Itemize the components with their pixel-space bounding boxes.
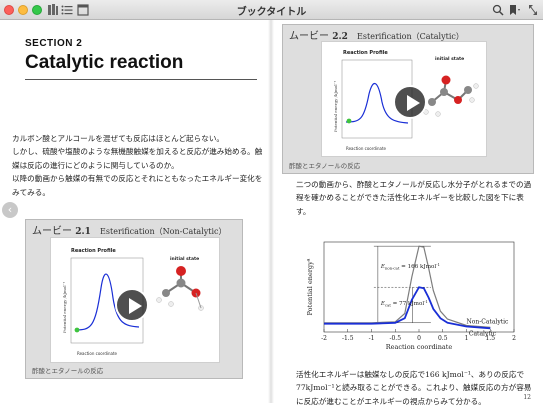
profile-y-axis-label: Potential energy /kJmol⁻¹ [62, 281, 67, 333]
x-tick-label: 0 [417, 335, 421, 342]
x-tick-label: 0.5 [438, 335, 448, 342]
y-axis-label: Potential energya [306, 258, 314, 315]
movie-caption: 酢酸とエタノールの反応 [289, 162, 361, 170]
x-tick-label: -1 [369, 335, 375, 342]
movie-subtitle: Esterification（Catalytic） [357, 32, 464, 41]
window-title: ブックタイトル [236, 7, 307, 18]
page-number: 12 [523, 394, 531, 401]
intro-paragraph: カルボン酸とアルコールを混ぜても反応はほとんど起らない。 [12, 134, 225, 143]
energy-profile-chart: -2 -1.5 -1 -0.5 0 0.5 1 1.5 2Reaction coordinate… [306, 241, 516, 351]
fullscreen-icon[interactable] [527, 3, 539, 17]
x-tick-label: -0.5 [389, 335, 401, 342]
movie-subtitle: Esterification（Non-Catalytic） [100, 227, 227, 236]
chart-guide-lines [373, 245, 431, 324]
x-tick-label: 1 [465, 335, 469, 342]
movie-caption: 酢酸とエタノールの反応 [32, 367, 104, 375]
section-title: Catalytic reaction [25, 52, 184, 73]
activation-energy-label: Enon-cat = 166 kJmol-1 [380, 262, 440, 271]
left-page: SECTION 2 Catalytic reaction カルボン酸とアルコール… [0, 20, 270, 403]
intro-text: カルボン酸とアルコールを混ぜても反応はほとんど起らない。 しかし、硫酸や塩酸のよ… [12, 132, 264, 199]
chart-labels: -2 -1.5 -1 -0.5 0 0.5 1 1.5 2Reaction coordinate… [306, 258, 516, 351]
series-label: Non-Catalytic [467, 319, 510, 326]
conclusion-text: 活性化エネルギーは触媒なしの反応で166 kJmol⁻¹、ありの反応で77kJm… [296, 370, 532, 406]
movie-2-1-widget: ムービー 2.1 Esterification（Non-Catalytic） R… [25, 219, 243, 379]
activation-energy-label: Ecat = 77 kJmol-1 [380, 299, 428, 308]
search-icon[interactable] [492, 3, 504, 17]
movie-number: 2.1 [75, 227, 91, 237]
series-line-catalytic [324, 286, 491, 330]
play-video-button[interactable] [115, 288, 149, 322]
section-divider [25, 79, 257, 80]
movie-prefix: ムービー [32, 226, 72, 237]
play-video-button[interactable] [393, 85, 427, 119]
movie-frame[interactable]: Reaction Profile initial state Reaction … [321, 41, 487, 157]
series-line-non-catalytic [324, 245, 491, 328]
x-tick-label: -1.5 [342, 335, 354, 342]
section-label: SECTION 2 [25, 38, 83, 49]
intro-paragraph: 以降の動画から触媒の有無での反応とそれにともなったエネルギー変化をみてみる。 [12, 174, 263, 197]
right-page: ムービー 2.2 Esterification（Catalytic） React… [272, 20, 543, 406]
movie-frame[interactable]: Reaction Profile initial state Reaction … [50, 237, 220, 363]
x-tick-label: -2 [321, 335, 327, 342]
molecule-model [156, 266, 204, 311]
series-label: Catalytic [469, 330, 497, 337]
profile-y-axis-label: Potential energy /kJmol⁻¹ [333, 80, 338, 132]
bookmark-icon[interactable] [508, 3, 522, 17]
window-title-bar: ブックタイトル [0, 0, 543, 20]
movie-heading: ムービー 2.1 Esterification（Non-Catalytic） [32, 222, 227, 237]
molecule-model [423, 75, 479, 117]
previous-page-button[interactable]: ‹ [2, 202, 18, 218]
x-tick-label: 2 [512, 335, 516, 342]
comparison-intro-text: 二つの動画から、酢酸とエタノールが反応し水分子がとれるまでの過程を確かめることが… [296, 180, 532, 216]
movie-2-2-widget: ムービー 2.2 Esterification（Catalytic） React… [282, 24, 534, 174]
intro-paragraph: しかし、硫酸や塩酸のような無機酸触媒を加えると反応が進み始める。触媒は反応の進行… [12, 147, 263, 170]
movie-heading: ムービー 2.2 Esterification（Catalytic） [289, 27, 464, 42]
x-axis-label: Reaction coordinate [386, 343, 453, 351]
